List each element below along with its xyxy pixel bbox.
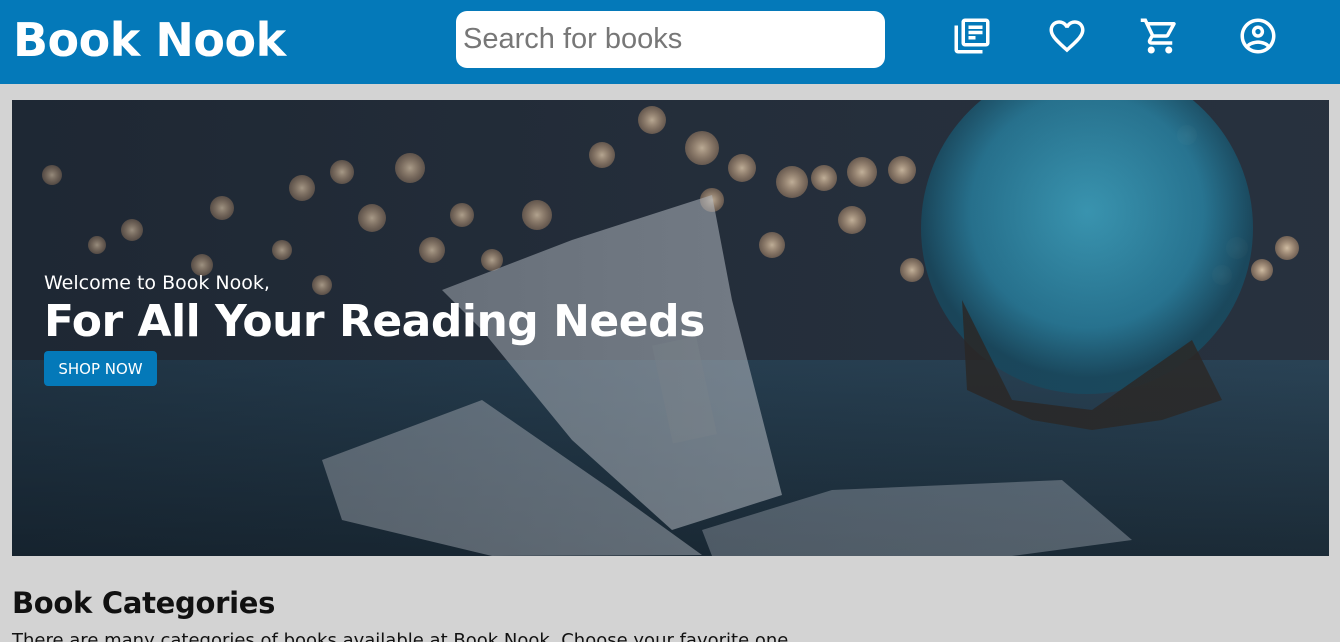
library-button[interactable] — [950, 14, 994, 58]
heart-icon — [1049, 20, 1085, 53]
site-logo[interactable]: Book Nook — [13, 14, 286, 66]
categories-description: There are many categories of books avail… — [12, 630, 789, 642]
cart-button[interactable] — [1138, 14, 1182, 58]
account-circle-icon — [1240, 18, 1276, 54]
search-input[interactable] — [456, 11, 885, 68]
account-button[interactable] — [1236, 14, 1280, 58]
wishlist-button[interactable] — [1045, 14, 1089, 58]
hero-welcome-text: Welcome to Book Nook, — [44, 272, 270, 294]
shopping-cart-icon — [1140, 18, 1176, 54]
categories-title: Book Categories — [12, 586, 276, 620]
hero-banner: Welcome to Book Nook, For All Your Readi… — [12, 100, 1329, 556]
site-header: Book Nook — [0, 0, 1340, 84]
library-books-icon — [954, 18, 990, 54]
shop-now-button[interactable]: SHOP NOW — [44, 351, 157, 386]
hero-headline: For All Your Reading Needs — [44, 296, 705, 347]
